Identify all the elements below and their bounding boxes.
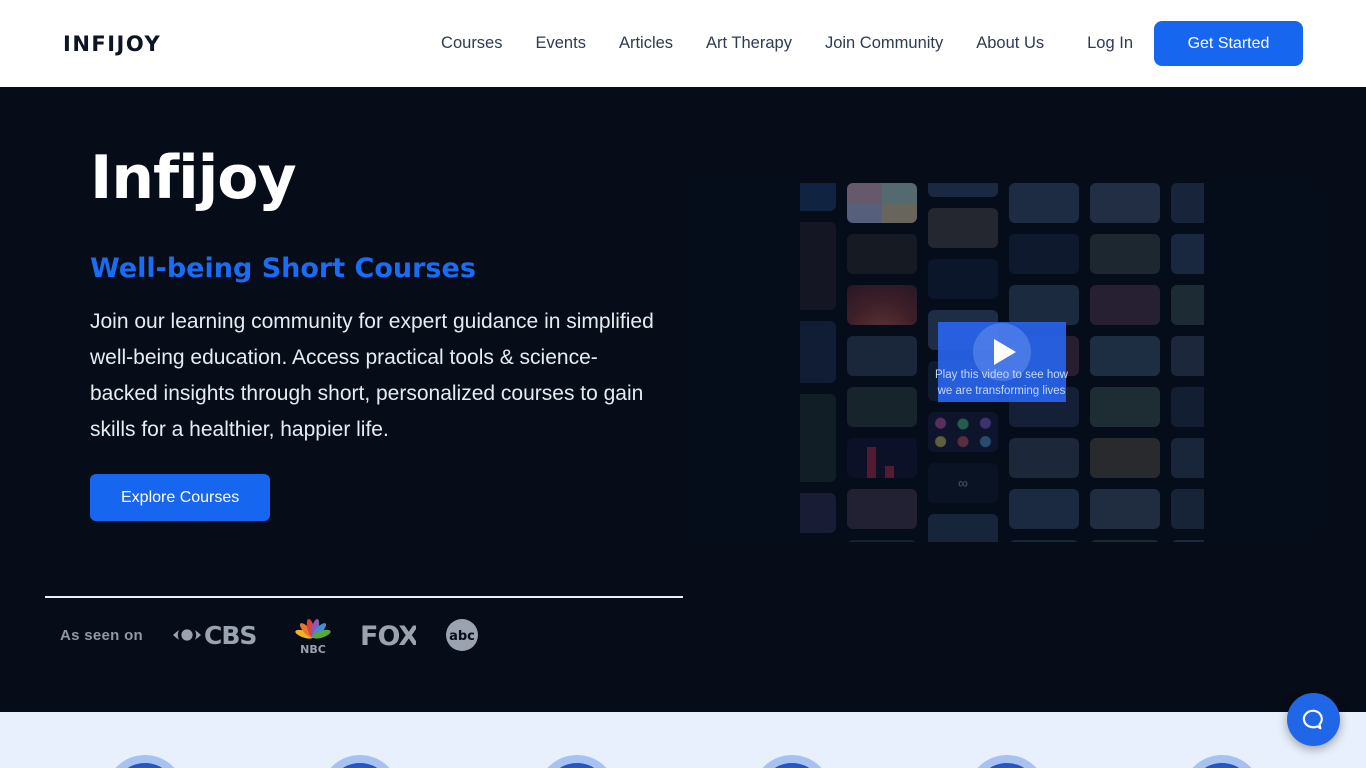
chat-widget-button[interactable] — [1287, 693, 1340, 746]
feature-circle — [105, 755, 185, 768]
fox-logo-text: FOX — [360, 621, 416, 650]
nbc-logo-icon: NBC — [295, 615, 331, 655]
nav-item-articles[interactable]: Articles — [619, 34, 673, 53]
hero-subtitle: Well-being Short Courses — [90, 253, 665, 284]
feature-circle-inner — [975, 763, 1039, 768]
abc-logo-icon: abc — [445, 618, 479, 652]
features-band — [0, 712, 1366, 768]
chat-bubble-icon — [1300, 706, 1327, 733]
login-link[interactable]: Log In — [1087, 34, 1133, 53]
feature-circle — [537, 755, 617, 768]
cbs-logo-text: CBS — [204, 621, 256, 650]
feature-circle — [752, 755, 832, 768]
hero-text-block: Infijoy Well-being Short Courses Join ou… — [90, 143, 665, 521]
promo-video-player[interactable]: ∞ Play this video to see how we are tran… — [683, 183, 1320, 542]
video-caption-line2: we are transforming lives — [938, 385, 1066, 397]
infijoy-logo[interactable]: INFIJOY — [63, 32, 161, 56]
page-title: Infijoy — [90, 143, 665, 213]
feature-circle-inner — [328, 763, 392, 768]
nav-item-courses[interactable]: Courses — [441, 34, 502, 53]
feature-circle-inner — [1190, 763, 1254, 768]
feature-circle — [967, 755, 1047, 768]
feature-circle-inner — [545, 763, 609, 768]
nav-item-about-us[interactable]: About Us — [976, 34, 1044, 53]
feature-circle — [1182, 755, 1262, 768]
video-overlay-caption: Play this video to see how we are transf… — [917, 367, 1087, 399]
cbs-logo-icon: CBS — [172, 620, 266, 650]
hero-section: Infijoy Well-being Short Courses Join ou… — [0, 87, 1366, 712]
feature-circle — [320, 755, 400, 768]
nbc-logo-text: NBC — [300, 643, 326, 655]
hero-description: Join our learning community for expert g… — [90, 304, 665, 448]
as-seen-on-row: As seen on CBS NBC FOX — [60, 614, 479, 656]
as-seen-on-label: As seen on — [60, 627, 143, 644]
get-started-button[interactable]: Get Started — [1154, 21, 1303, 66]
feature-circle-inner — [113, 763, 177, 768]
abc-logo-text: abc — [449, 629, 475, 644]
video-play-overlay[interactable]: Play this video to see how we are transf… — [938, 322, 1066, 402]
top-navigation-bar: INFIJOY Courses Events Articles Art Ther… — [0, 0, 1366, 87]
explore-courses-button[interactable]: Explore Courses — [90, 474, 270, 521]
video-caption-line1: Play this video to see how — [935, 369, 1068, 381]
press-divider-line — [45, 596, 683, 598]
play-icon — [994, 339, 1016, 365]
feature-circle-inner — [760, 763, 824, 768]
nav-item-events[interactable]: Events — [536, 34, 586, 53]
fox-logo-icon: FOX — [360, 620, 416, 650]
main-nav: Courses Events Articles Art Therapy Join… — [441, 34, 1044, 53]
nav-item-join-community[interactable]: Join Community — [825, 34, 943, 53]
nav-item-art-therapy[interactable]: Art Therapy — [706, 34, 792, 53]
